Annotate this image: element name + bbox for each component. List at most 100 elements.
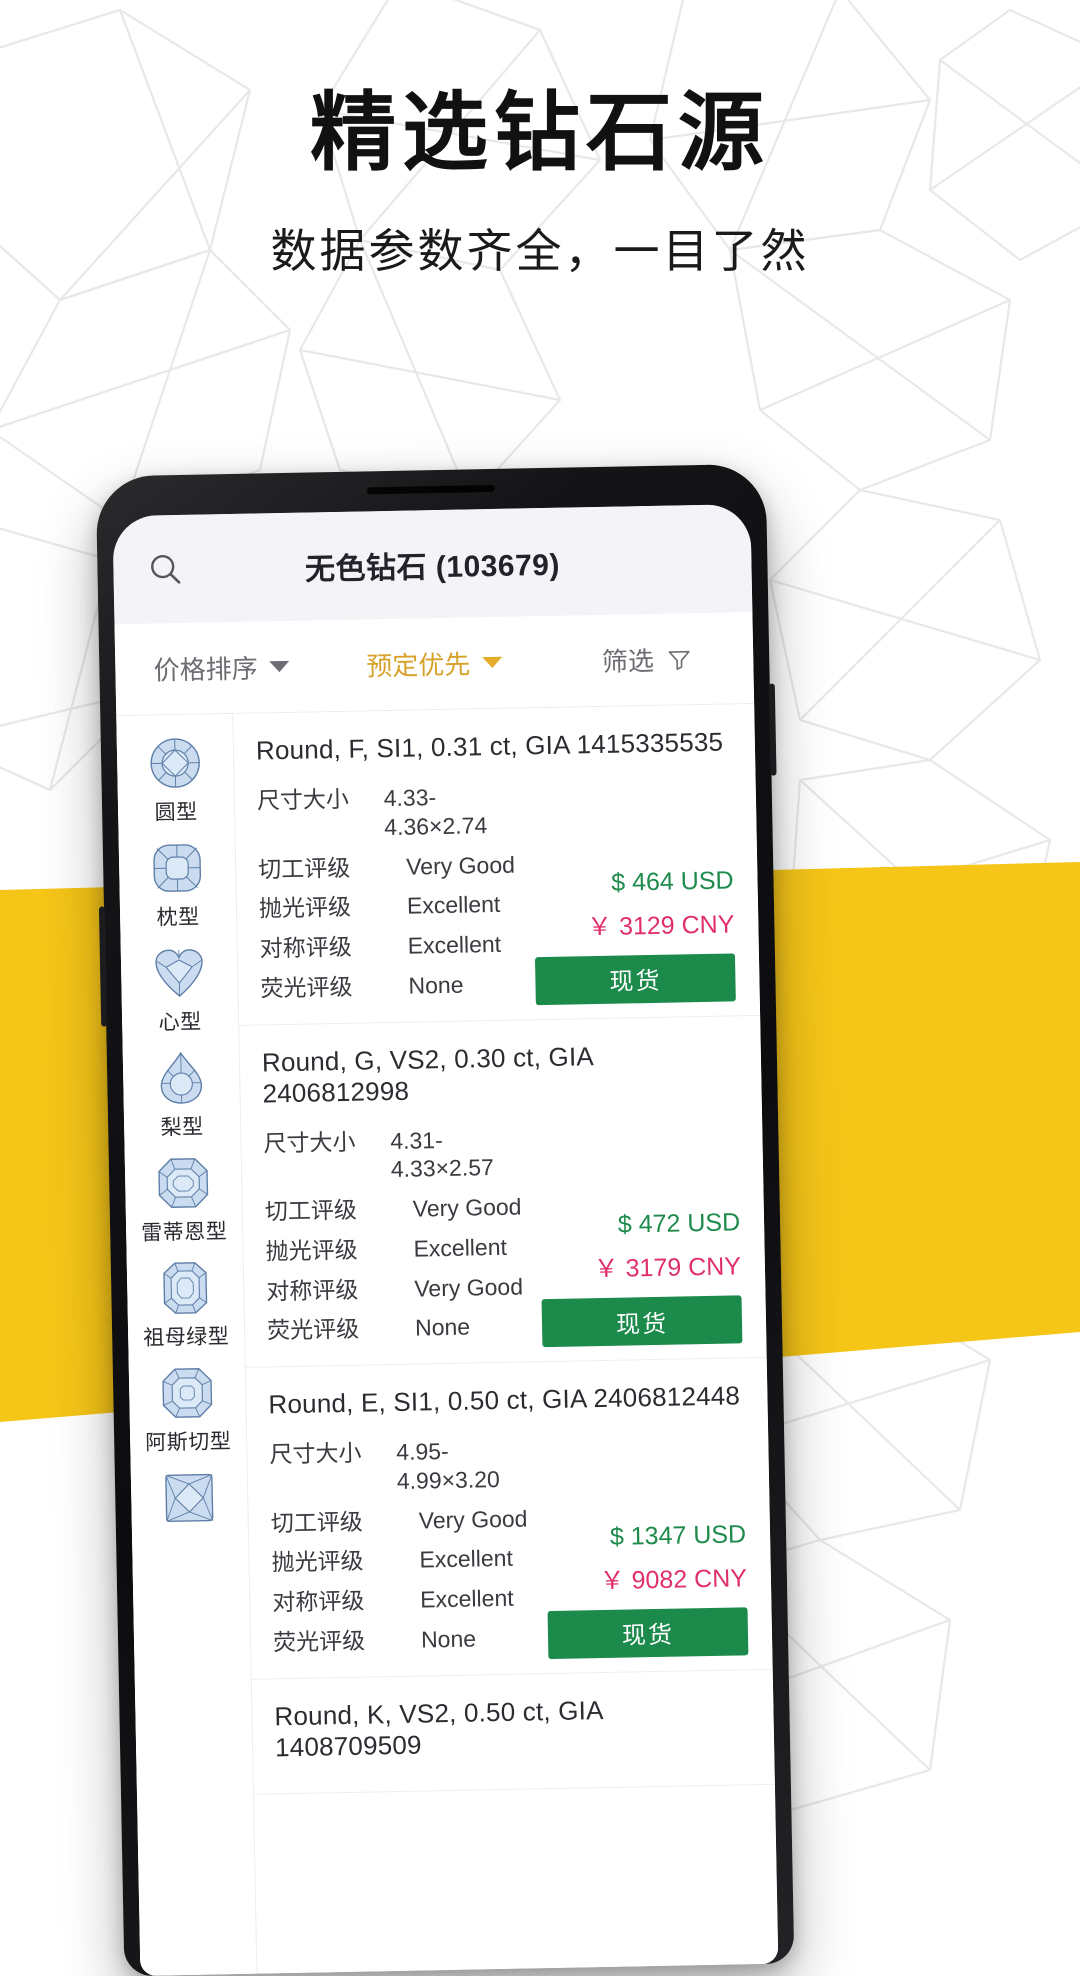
diamond-title: Round, E, SI1, 0.50 ct, GIA 2406812448	[268, 1380, 744, 1420]
spec-value: Excellent	[407, 930, 501, 961]
spec-row-polish: 抛光评级 Excellent	[259, 890, 520, 924]
spec-row-size: 尺寸大小 4.31-4.33×2.57	[263, 1124, 524, 1186]
price-cny: ￥ 9082 CNY	[599, 1558, 747, 1597]
diamond-specs: 尺寸大小 4.95-4.99×3.20 切工评级 Very Good 抛光评级 …	[269, 1435, 533, 1667]
spec-value: Excellent	[413, 1233, 507, 1264]
spec-row-symmetry: 对称评级 Excellent	[259, 930, 520, 964]
spec-label: 对称评级	[272, 1586, 421, 1618]
princess-diamond-icon	[161, 1469, 218, 1526]
shape-item-round[interactable]: 圆型	[121, 726, 229, 833]
asscher-diamond-icon	[159, 1364, 216, 1421]
spec-value: 4.31-4.33×2.57	[390, 1124, 524, 1184]
price-cny: ￥ 3129 CNY	[587, 904, 735, 943]
diamond-card-body: 尺寸大小 4.33-4.36×2.74 切工评级 Very Good 抛光评级 …	[257, 777, 736, 1014]
diamond-card[interactable]: Round, G, VS2, 0.30 ct, GIA 2406812998 尺…	[239, 1015, 766, 1367]
app-content: 圆型 枕型	[116, 704, 778, 1976]
diamond-card-body: 尺寸大小 4.31-4.33×2.57 切工评级 Very Good 抛光评级 …	[263, 1120, 742, 1357]
price-cny: ￥ 3179 CNY	[593, 1246, 741, 1285]
filter-label: 筛选	[602, 641, 655, 679]
spec-row-polish: 抛光评级 Excellent	[265, 1232, 526, 1266]
phone-screen: 无色钻石 (103679) 价格排序 预定优先 筛选	[112, 504, 778, 1976]
diamond-price-block: $ 464 USD ￥ 3129 CNY 现货	[517, 777, 736, 1009]
app-title: 无色钻石 (103679)	[113, 536, 752, 592]
page-subtitle: 数据参数齐全，一目了然	[0, 215, 1080, 281]
spec-row-polish: 抛光评级 Excellent	[271, 1544, 532, 1578]
shape-item-asscher[interactable]: 阿斯切型	[134, 1356, 242, 1463]
spec-row-cut: 切工评级 Very Good	[258, 850, 519, 884]
spec-label: 尺寸大小	[269, 1438, 397, 1498]
spec-label: 荧光评级	[260, 971, 409, 1003]
spec-label: 对称评级	[266, 1274, 415, 1306]
diamond-title: Round, K, VS2, 0.50 ct, GIA 1408709509	[274, 1692, 750, 1763]
spec-label: 切工评级	[271, 1506, 420, 1538]
diamond-price-block: $ 472 USD ￥ 3179 CNY 现货	[523, 1120, 742, 1352]
stock-button[interactable]: 现货	[535, 953, 736, 1005]
spec-value: Very Good	[406, 850, 515, 881]
spec-label: 抛光评级	[271, 1546, 420, 1578]
diamond-card-body: 尺寸大小 4.95-4.99×3.20 切工评级 Very Good 抛光评级 …	[269, 1431, 748, 1668]
stock-button[interactable]: 现货	[542, 1295, 743, 1347]
sort-filter-bar: 价格排序 预定优先 筛选	[115, 612, 755, 716]
diamond-card[interactable]: Round, E, SI1, 0.50 ct, GIA 2406812448 尺…	[246, 1358, 773, 1679]
sort-reserve-label: 预定优先	[366, 644, 471, 683]
spec-value: 4.33-4.36×2.74	[383, 782, 517, 842]
spec-label: 对称评级	[259, 932, 408, 964]
spec-value: Excellent	[407, 890, 501, 921]
spec-value: Very Good	[413, 1193, 522, 1224]
spec-row-symmetry: 对称评级 Very Good	[266, 1272, 527, 1306]
spec-label: 切工评级	[258, 852, 407, 884]
shape-label: 梨型	[160, 1111, 204, 1142]
spec-label: 荧光评级	[267, 1314, 416, 1346]
funnel-icon	[666, 646, 692, 672]
spec-value: Very Good	[414, 1272, 523, 1303]
sort-reserve-button[interactable]: 预定优先	[328, 643, 541, 684]
spec-label: 尺寸大小	[257, 784, 385, 844]
stock-button[interactable]: 现货	[548, 1607, 749, 1659]
shape-item-emerald[interactable]: 祖母绿型	[132, 1251, 240, 1358]
spec-value: None	[421, 1624, 477, 1654]
shape-label: 圆型	[154, 796, 198, 827]
price-usd: $ 1347 USD	[610, 1520, 747, 1552]
diamond-price-block: $ 1347 USD ￥ 9082 CNY 现货	[529, 1431, 748, 1663]
sort-price-button[interactable]: 价格排序	[115, 647, 328, 688]
sort-price-label: 价格排序	[153, 648, 258, 687]
spec-value: 4.95-4.99×3.20	[396, 1435, 530, 1495]
chevron-down-icon	[270, 661, 290, 672]
spec-value: None	[408, 970, 464, 1000]
spec-row-size: 尺寸大小 4.33-4.36×2.74	[257, 782, 518, 844]
phone-mockup: 无色钻石 (103679) 价格排序 预定优先 筛选	[96, 464, 795, 1976]
spec-row-fluorescence: 荧光评级 None	[267, 1312, 528, 1346]
spec-value: Excellent	[420, 1584, 514, 1615]
shape-label: 祖母绿型	[143, 1320, 230, 1352]
spec-label: 切工评级	[265, 1195, 414, 1227]
diamond-specs: 尺寸大小 4.33-4.36×2.74 切工评级 Very Good 抛光评级 …	[257, 782, 521, 1014]
diamond-card[interactable]: Round, F, SI1, 0.31 ct, GIA 1415335535 尺…	[233, 704, 760, 1025]
shape-item-pear[interactable]: 梨型	[128, 1041, 236, 1148]
spec-value: Excellent	[419, 1544, 513, 1575]
shape-label: 枕型	[156, 901, 200, 932]
spec-value: None	[415, 1313, 471, 1343]
radiant-diamond-icon	[155, 1154, 212, 1211]
emerald-diamond-icon	[157, 1259, 214, 1316]
diamond-card[interactable]: Round, K, VS2, 0.50 ct, GIA 1408709509	[252, 1669, 775, 1794]
app-header: 无色钻石 (103679)	[112, 504, 752, 624]
spec-row-cut: 切工评级 Very Good	[265, 1192, 526, 1226]
spec-row-symmetry: 对称评级 Excellent	[272, 1583, 533, 1617]
shape-item-cushion[interactable]: 枕型	[124, 831, 232, 938]
price-usd: $ 472 USD	[618, 1208, 741, 1239]
spec-row-fluorescence: 荧光评级 None	[260, 969, 521, 1003]
diamond-title: Round, G, VS2, 0.30 ct, GIA 2406812998	[262, 1038, 738, 1109]
shape-item-princess[interactable]	[136, 1461, 243, 1538]
chevron-down-icon	[482, 657, 502, 668]
diamond-title: Round, F, SI1, 0.31 ct, GIA 1415335535	[256, 726, 732, 766]
shape-label: 雷蒂恩型	[141, 1215, 228, 1247]
spec-row-fluorescence: 荧光评级 None	[273, 1623, 534, 1657]
shape-item-radiant[interactable]: 雷蒂恩型	[130, 1146, 238, 1253]
shape-label: 阿斯切型	[145, 1425, 232, 1457]
cushion-diamond-icon	[149, 840, 206, 897]
spec-label: 抛光评级	[265, 1234, 414, 1266]
diamond-list[interactable]: Round, F, SI1, 0.31 ct, GIA 1415335535 尺…	[232, 704, 778, 1974]
spec-label: 抛光评级	[259, 892, 408, 924]
filter-button[interactable]: 筛选	[540, 639, 753, 680]
shape-item-heart[interactable]: 心型	[126, 936, 234, 1043]
